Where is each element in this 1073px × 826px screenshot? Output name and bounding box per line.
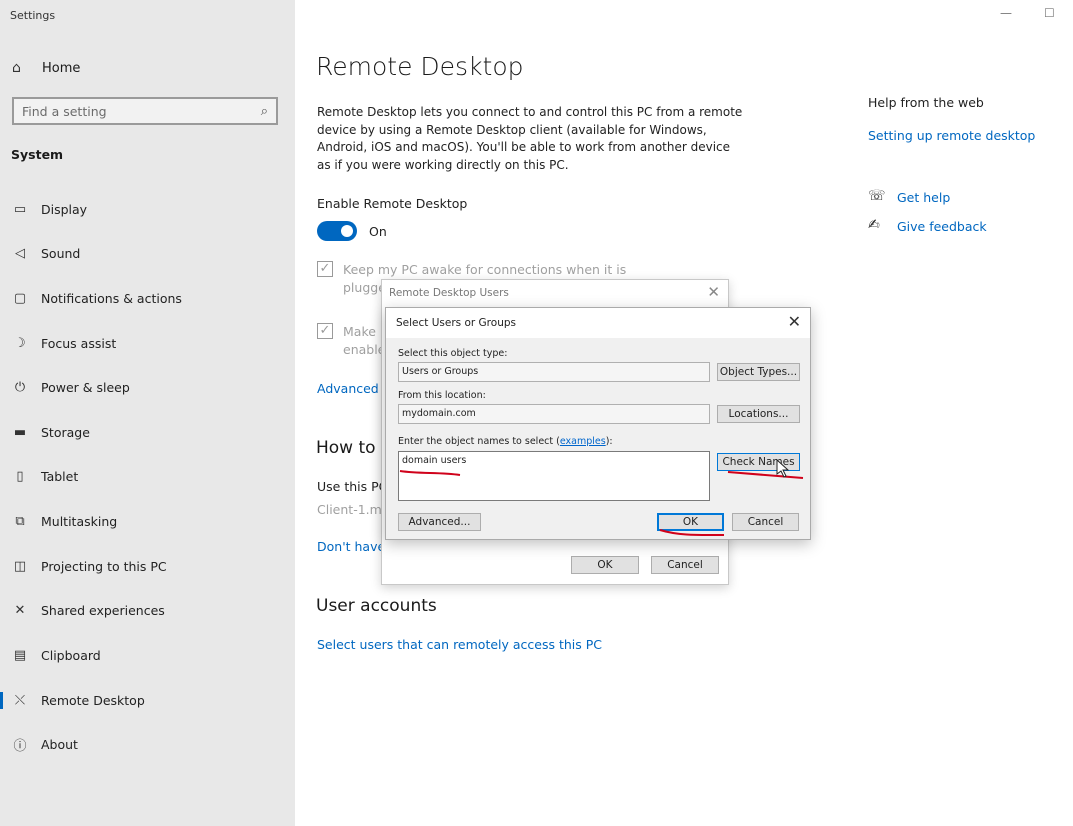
sidebar-item-shared-experiences[interactable]: ✕ Shared experiences bbox=[0, 595, 295, 625]
keep-awake-label: Keep my PC awake for connections when it… bbox=[343, 262, 627, 277]
feedback-icon: ✍ bbox=[868, 217, 880, 233]
search-icon[interactable]: ⌕ bbox=[261, 104, 268, 119]
object-types-button[interactable]: Object Types... bbox=[717, 363, 800, 381]
sidebar-section-title: System bbox=[11, 147, 64, 162]
sidebar-item-label: Display bbox=[41, 201, 88, 217]
toggle-knob bbox=[341, 225, 353, 237]
locations-button[interactable]: Locations... bbox=[717, 405, 800, 423]
sidebar-item-label: Remote Desktop bbox=[41, 692, 145, 708]
sidebar-home-label: Home bbox=[42, 60, 81, 76]
help-heading: Help from the web bbox=[868, 95, 984, 110]
remote-desktop-icon: ⤬ bbox=[14, 692, 26, 708]
sidebar-item-label: Notifications & actions bbox=[41, 290, 182, 306]
cancel-button[interactable]: Cancel bbox=[732, 513, 799, 531]
sidebar-item-tablet[interactable]: ▯ Tablet bbox=[0, 461, 295, 491]
sidebar-item-label: Shared experiences bbox=[41, 602, 165, 618]
object-names-label-end: ): bbox=[605, 436, 613, 447]
pc-name-text: Client-1.my bbox=[317, 502, 390, 517]
sidebar-home[interactable]: ⌂ Home bbox=[12, 60, 80, 76]
ok-button[interactable]: OK bbox=[657, 513, 724, 531]
location-field: mydomain.com bbox=[398, 404, 710, 424]
home-icon: ⌂ bbox=[12, 60, 21, 76]
sidebar-item-remote-desktop[interactable]: ⤬ Remote Desktop bbox=[0, 685, 295, 715]
user-accounts-heading: User accounts bbox=[316, 596, 437, 616]
how-to-heading: How to bbox=[316, 438, 376, 458]
shared-icon: ✕ bbox=[14, 602, 26, 618]
make-discoverable-label-2: enable bbox=[343, 342, 386, 357]
ok-button[interactable]: OK bbox=[571, 556, 639, 574]
examples-link[interactable]: examples bbox=[560, 436, 606, 447]
notification-icon: ▢ bbox=[13, 290, 27, 306]
make-discoverable-label: Make bbox=[343, 324, 376, 339]
speaker-icon: ◁ bbox=[15, 245, 25, 261]
sidebar-item-focus-assist[interactable]: ☽ Focus assist bbox=[0, 328, 295, 358]
sidebar: Settings ⌂ Home Find a setting ⌕ System … bbox=[0, 0, 295, 826]
sidebar-item-label: Sound bbox=[41, 245, 81, 261]
monitor-icon: ▭ bbox=[13, 201, 27, 217]
search-input[interactable]: Find a setting bbox=[22, 104, 261, 119]
select-users-link[interactable]: Select users that can remotely access th… bbox=[317, 637, 602, 652]
multitasking-icon: ⧉ bbox=[15, 513, 25, 529]
advanced-settings-link[interactable]: Advanced s bbox=[317, 381, 389, 396]
sidebar-item-sound[interactable]: ◁ Sound bbox=[0, 238, 295, 268]
select-users-dialog: Select Users or Groups ✕ Select this obj… bbox=[385, 307, 811, 540]
sidebar-item-power-sleep[interactable]: ⏻ Power & sleep bbox=[0, 372, 295, 402]
object-names-label-text: Enter the object names to select ( bbox=[398, 436, 560, 447]
object-type-label: Select this object type: bbox=[398, 348, 508, 359]
maximize-icon[interactable]: ☐ bbox=[1044, 6, 1055, 20]
cancel-button[interactable]: Cancel bbox=[651, 556, 719, 574]
sidebar-item-notifications[interactable]: ▢ Notifications & actions bbox=[0, 283, 295, 313]
sidebar-item-label: Storage bbox=[41, 424, 90, 440]
close-icon[interactable]: ✕ bbox=[788, 312, 801, 331]
sidebar-item-label: Projecting to this PC bbox=[41, 558, 167, 574]
sidebar-item-label: Clipboard bbox=[41, 647, 101, 663]
dialog-title: Remote Desktop Users bbox=[389, 287, 509, 299]
advanced-button[interactable]: Advanced... bbox=[398, 513, 481, 531]
clipboard-icon: ▤ bbox=[13, 647, 27, 663]
power-icon: ⏻ bbox=[14, 379, 26, 395]
sidebar-item-projecting[interactable]: ◫ Projecting to this PC bbox=[0, 551, 295, 581]
check-names-button[interactable]: Check Names bbox=[717, 453, 800, 471]
dont-have-link[interactable]: Don't have bbox=[317, 539, 385, 554]
setup-remote-desktop-link[interactable]: Setting up remote desktop bbox=[868, 128, 1035, 143]
object-type-field: Users or Groups bbox=[398, 362, 710, 382]
sidebar-item-label: Power & sleep bbox=[41, 379, 130, 395]
give-feedback-link[interactable]: Give feedback bbox=[897, 219, 987, 234]
sidebar-item-clipboard[interactable]: ▤ Clipboard bbox=[0, 640, 295, 670]
search-box[interactable]: Find a setting ⌕ bbox=[12, 97, 278, 125]
app-title: Settings bbox=[10, 9, 56, 22]
sidebar-item-about[interactable]: ⓘ About bbox=[0, 729, 295, 759]
info-icon: ⓘ bbox=[13, 738, 27, 754]
storage-icon: ▬ bbox=[13, 424, 27, 440]
sidebar-item-display[interactable]: ▭ Display bbox=[0, 194, 295, 224]
use-this-pc-text: Use this PC bbox=[317, 479, 388, 494]
sidebar-item-label: Focus assist bbox=[41, 335, 117, 351]
dialog-title: Select Users or Groups bbox=[396, 317, 516, 329]
toggle-state-label: On bbox=[369, 224, 387, 239]
sidebar-item-storage[interactable]: ▬ Storage bbox=[0, 417, 295, 447]
minimize-icon[interactable]: — bbox=[1000, 6, 1012, 20]
object-names-label: Enter the object names to select (exampl… bbox=[398, 436, 613, 447]
keep-awake-label-2: plugge bbox=[343, 280, 386, 295]
keep-awake-checkbox[interactable]: ✓ bbox=[317, 261, 333, 277]
sidebar-item-label: Multitasking bbox=[41, 513, 118, 529]
sidebar-item-multitasking[interactable]: ⧉ Multitasking bbox=[0, 506, 295, 536]
sidebar-item-label: About bbox=[41, 736, 78, 752]
sidebar-item-label: Tablet bbox=[41, 468, 79, 484]
projector-icon: ◫ bbox=[13, 558, 27, 574]
object-names-input[interactable]: domain users bbox=[398, 451, 710, 501]
make-discoverable-checkbox[interactable]: ✓ bbox=[317, 323, 333, 339]
page-title: Remote Desktop bbox=[316, 52, 524, 81]
remote-desktop-toggle[interactable] bbox=[317, 221, 357, 241]
enable-remote-desktop-label: Enable Remote Desktop bbox=[317, 196, 468, 211]
close-icon[interactable]: ✕ bbox=[707, 283, 720, 301]
tablet-icon: ▯ bbox=[16, 468, 24, 484]
moon-icon: ☽ bbox=[14, 335, 26, 351]
get-help-link[interactable]: Get help bbox=[897, 190, 950, 205]
location-label: From this location: bbox=[398, 390, 486, 401]
get-help-icon: ☏ bbox=[868, 188, 886, 204]
page-description: Remote Desktop lets you connect to and c… bbox=[317, 105, 743, 172]
